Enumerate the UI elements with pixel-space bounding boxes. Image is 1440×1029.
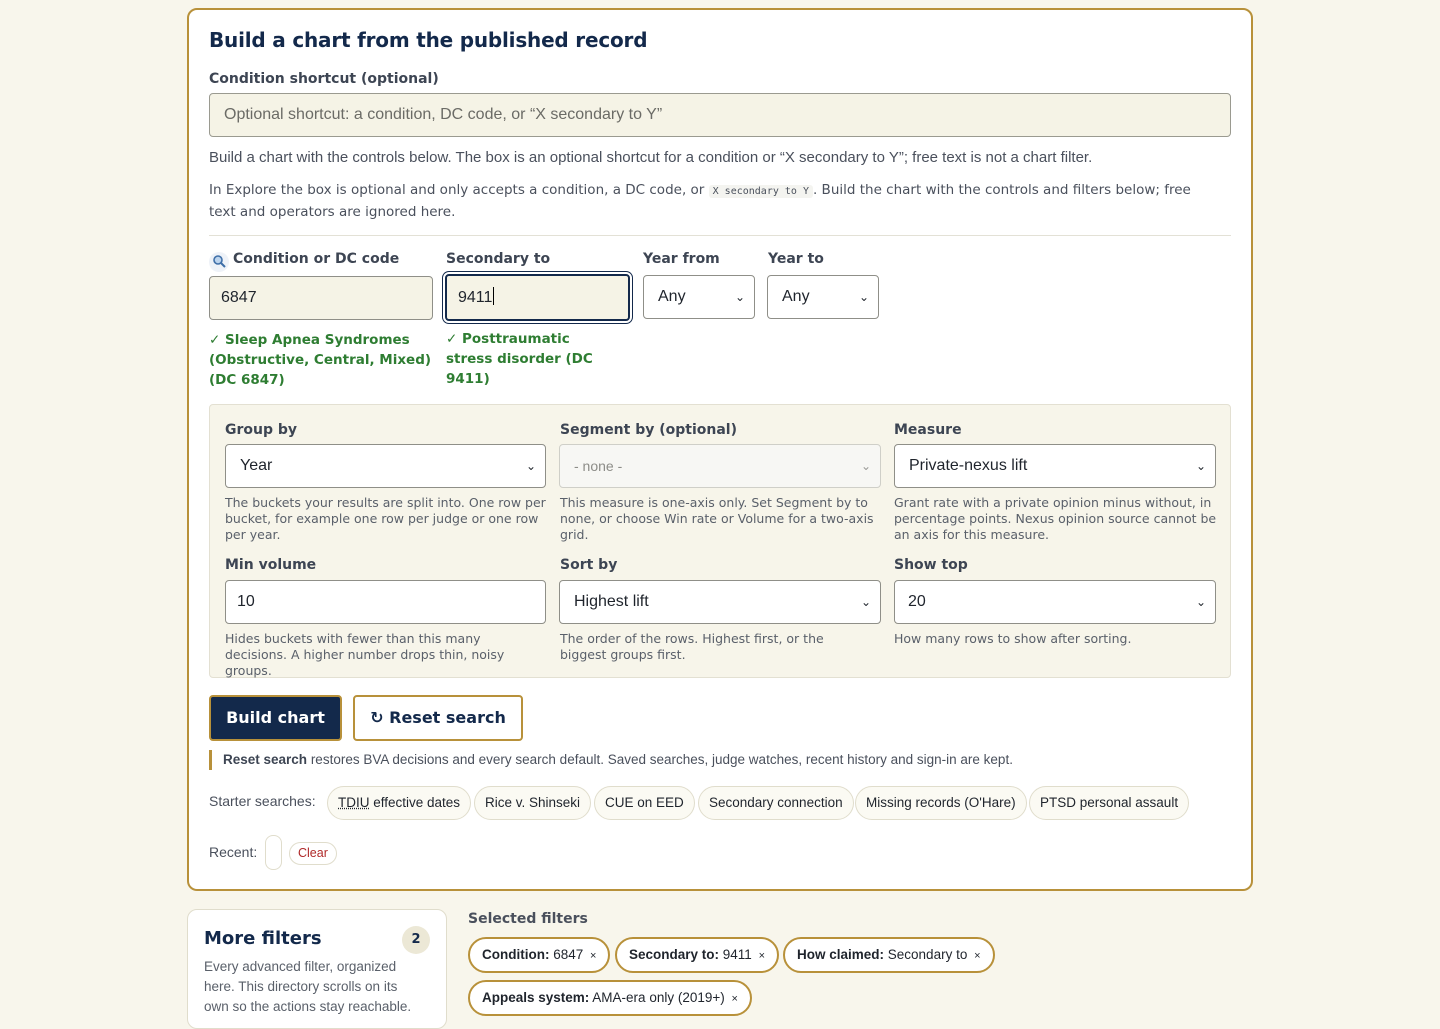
chevron-down-icon: ⌄ [858, 290, 869, 304]
show-top-note: How many rows to show after sorting. [894, 631, 1132, 646]
more-filters-count-badge: 2 [402, 926, 430, 954]
sort-by-note: The order of the rows. Highest first, or… [560, 631, 824, 662]
min-volume-label: Min volume [225, 557, 317, 573]
shortcut-input[interactable]: Optional shortcut: a condition, DC code,… [209, 93, 1231, 137]
segment-by-label: Segment by (optional) [560, 422, 737, 438]
build-chart-button[interactable]: Build chart [209, 695, 342, 741]
condition-match: ✓ Sleep Apnea Syndromes (Obstructive, Ce… [209, 332, 432, 388]
chart-builder-panel: Build a chart from the published record … [187, 8, 1253, 891]
condition-input[interactable]: 6847 [209, 276, 433, 320]
chevron-down-icon: ⌄ [734, 290, 745, 304]
reset-note: Reset search restores BVA decisions and … [209, 750, 1013, 770]
sort-by-select[interactable]: Highest lift ⌄ [559, 580, 881, 624]
sort-by-label: Sort by [560, 557, 618, 573]
year-to-label: Year to [768, 251, 824, 267]
secondary-match: ✓ Posttraumatic stress disorder (DC 9411… [446, 331, 593, 387]
show-top-select[interactable]: 20 ⌄ [894, 580, 1216, 624]
more-filters-description: Every advanced filter, organized here. T… [204, 959, 412, 1014]
measure-label: Measure [894, 422, 962, 438]
condition-label: Condition or DC code [209, 251, 399, 272]
more-filters-title: More filters [204, 928, 322, 949]
filter-chip-appeals-system[interactable]: Appeals system: AMA-era only (2019+) × [468, 980, 752, 1016]
filter-chip-how-claimed[interactable]: How claimed: Secondary to × [783, 937, 995, 973]
chevron-down-icon: ⌄ [525, 459, 536, 473]
chevron-down-icon: ⌄ [1195, 595, 1206, 609]
clear-recent-button[interactable]: Clear [289, 842, 337, 865]
reset-search-button[interactable]: ↻ Reset search [353, 695, 523, 741]
chevron-down-icon: ⌄ [1195, 459, 1206, 473]
measure-select[interactable]: Private-nexus lift ⌄ [894, 444, 1216, 488]
remove-icon[interactable]: × [590, 950, 596, 962]
explore-help: In Explore the box is optional and only … [209, 182, 1191, 220]
secondary-label: Secondary to [446, 251, 551, 267]
shortcut-label: Condition shortcut (optional) [209, 71, 439, 87]
min-volume-note: Hides buckets with fewer than this many … [225, 631, 505, 678]
starter-search-ptsd[interactable]: PTSD personal assault [1029, 786, 1190, 820]
recent-label: Recent: [209, 844, 258, 860]
explore-code: X secondary to Y [708, 185, 813, 198]
remove-icon[interactable]: × [732, 993, 738, 1005]
year-from-select[interactable]: Any ⌄ [643, 275, 755, 319]
segment-by-select[interactable]: - none - ⌄ [559, 444, 881, 488]
remove-icon[interactable]: × [974, 950, 980, 962]
more-filters-panel: More filters 2 Every advanced filter, or… [187, 909, 447, 1029]
segment-by-note: This measure is one-axis only. Set Segme… [560, 495, 874, 542]
magnifier-icon [209, 252, 229, 272]
filter-chip-condition[interactable]: Condition: 6847 × [468, 937, 611, 973]
starter-search-missing-records[interactable]: Missing records (O'Hare) [855, 786, 1027, 820]
text-caret [493, 287, 495, 305]
selected-filters-label: Selected filters [468, 911, 588, 927]
group-by-select[interactable]: Year ⌄ [225, 444, 546, 488]
filter-chip-secondary[interactable]: Secondary to: 9411 × [615, 937, 780, 973]
page-title: Build a chart from the published record [209, 28, 648, 52]
recent-list [265, 835, 282, 870]
year-to-select[interactable]: Any ⌄ [767, 275, 879, 319]
year-from-label: Year from [643, 251, 720, 267]
starter-search-tdiu[interactable]: TDIU effective dates [327, 786, 472, 820]
starter-search-cue[interactable]: CUE on EED [594, 786, 695, 820]
chevron-down-icon: ⌄ [860, 595, 871, 609]
min-volume-input[interactable]: 10 [225, 580, 546, 624]
remove-icon[interactable]: × [759, 950, 765, 962]
starter-search-rice[interactable]: Rice v. Shinseki [474, 786, 592, 820]
chevron-down-icon: ⌄ [860, 459, 871, 473]
chart-options-card: Group by Year ⌄ The buckets your results… [209, 404, 1231, 678]
divider [209, 235, 1231, 236]
secondary-input[interactable]: 9411 [445, 274, 630, 321]
group-by-note: The buckets your results are split into.… [225, 495, 546, 542]
show-top-label: Show top [894, 557, 968, 573]
starter-search-secondary[interactable]: Secondary connection [698, 786, 854, 820]
measure-note: Grant rate with a private opinion minus … [894, 495, 1217, 542]
starter-searches-label: Starter searches: [209, 793, 316, 809]
group-by-label: Group by [225, 422, 298, 438]
shortcut-help: Build a chart with the controls below. T… [209, 149, 1093, 166]
